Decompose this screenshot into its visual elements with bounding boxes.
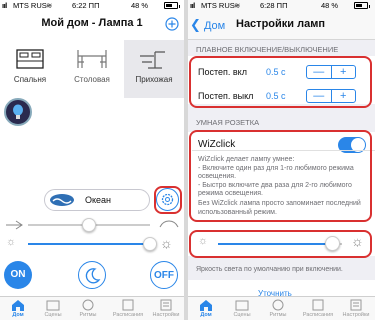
scene-selector[interactable]: Океан bbox=[44, 189, 150, 211]
tab-label: Сцены bbox=[44, 312, 62, 318]
tab-label: Сцены bbox=[233, 312, 251, 318]
section-fade-header: ПЛАВНОЕ ВКЛЮЧЕНИЕ/ВЫКЛЮЧЕНИЕ bbox=[196, 45, 339, 54]
lamp-settings-screen: ııl MTS RUS ≋ 6:28 ПП 48 % ❮ Дом Настрой… bbox=[188, 0, 375, 320]
highlight-wizclick bbox=[189, 130, 372, 222]
highlight-default-brightness bbox=[189, 230, 372, 258]
highlight-fade-settings bbox=[189, 56, 372, 108]
battery-text: 48 % bbox=[131, 1, 149, 10]
tab-label: Дом bbox=[200, 312, 212, 318]
page-title: Настройки ламп bbox=[236, 18, 325, 30]
tab-home[interactable]: Дом bbox=[188, 299, 224, 318]
settings-icon bbox=[350, 299, 362, 311]
scenes-icon bbox=[46, 300, 60, 311]
brightness-slider-thumb[interactable] bbox=[142, 237, 157, 251]
tab-label: Ритмы bbox=[269, 312, 287, 318]
room-label: Спальня bbox=[13, 75, 47, 84]
room-dining[interactable]: Столовая bbox=[66, 46, 118, 84]
temperature-slider-thumb[interactable] bbox=[82, 218, 96, 232]
dim-icon: ☼ bbox=[6, 236, 17, 248]
brightness-track bbox=[28, 243, 152, 245]
carrier: MTS RUS bbox=[201, 1, 235, 10]
floor-lamp-icon bbox=[140, 51, 165, 69]
settings-icon bbox=[160, 299, 172, 311]
status-time: 6:28 ПП bbox=[260, 1, 288, 10]
tab-label: Дом bbox=[12, 312, 24, 318]
tab-rhythms[interactable]: Ритмы bbox=[70, 299, 106, 318]
scenes-icon bbox=[235, 300, 249, 311]
page-title: Мой дом - Лампа 1 bbox=[41, 17, 143, 29]
tab-settings[interactable]: Настройки bbox=[148, 299, 184, 318]
wifi-icon: ≋ bbox=[234, 1, 241, 10]
carrier: MTS RUS bbox=[13, 1, 47, 10]
schedules-icon bbox=[122, 299, 134, 311]
scene-label: Океан bbox=[85, 195, 112, 205]
rhythms-icon bbox=[272, 299, 284, 311]
tab-label: Ритмы bbox=[79, 312, 97, 318]
room-label: Столовая bbox=[74, 75, 110, 84]
back-button[interactable]: ❮ Дом bbox=[190, 17, 225, 33]
chevron-left-icon: ❮ bbox=[190, 17, 201, 32]
night-mode-button[interactable] bbox=[78, 261, 106, 289]
tab-rhythms[interactable]: Ритмы bbox=[260, 299, 296, 318]
tab-schedules[interactable]: Расписания bbox=[300, 299, 336, 318]
bed-icon bbox=[16, 49, 44, 69]
battery-text: 48 % bbox=[321, 1, 339, 10]
tab-label: Расписания bbox=[112, 312, 144, 318]
back-label: Дом bbox=[203, 20, 226, 32]
tab-bar: Дом Сцены Ритмы Расписания Настройки bbox=[0, 296, 184, 320]
highlight-scene-settings bbox=[154, 186, 182, 214]
bright-icon: ☼ bbox=[160, 235, 173, 251]
ocean-scene-icon bbox=[50, 194, 74, 206]
status-bar: ııl MTS RUS ≋ 6:22 ПП 48 % bbox=[0, 0, 184, 12]
tab-home[interactable]: Дом bbox=[0, 299, 36, 318]
tab-settings[interactable]: Настройки bbox=[338, 299, 374, 318]
battery-icon bbox=[354, 2, 370, 9]
on-button[interactable]: ON bbox=[4, 261, 32, 289]
add-icon[interactable] bbox=[165, 17, 179, 31]
tab-scenes[interactable]: Сцены bbox=[224, 299, 260, 318]
tab-scenes[interactable]: Сцены bbox=[35, 299, 71, 318]
signal-icon: ııl bbox=[190, 1, 195, 10]
wifi-icon: ≋ bbox=[46, 1, 53, 10]
battery-icon bbox=[164, 2, 180, 9]
room-hallway[interactable]: Прихожая bbox=[128, 46, 180, 84]
status-time: 6:22 ПП bbox=[72, 1, 100, 10]
signal-icon: ııl bbox=[2, 1, 7, 10]
home-icon bbox=[12, 300, 24, 311]
room-label: Прихожая bbox=[135, 75, 173, 84]
dining-table-icon bbox=[77, 50, 107, 68]
home-icon bbox=[200, 300, 212, 311]
section-socket-header: УМНАЯ РОЗЕТКА bbox=[196, 118, 260, 127]
tab-label: Расписания bbox=[302, 312, 334, 318]
off-button[interactable]: OFF bbox=[150, 261, 178, 289]
tab-bar: Дом Сцены Ритмы Расписания Настройки bbox=[188, 296, 375, 320]
tab-label: Настройки bbox=[152, 312, 180, 318]
status-bar: ııl MTS RUS ≋ 6:28 ПП 48 % bbox=[188, 0, 375, 12]
tab-label: Настройки bbox=[342, 312, 370, 318]
moon-icon bbox=[85, 268, 101, 284]
room-bedroom[interactable]: Спальня bbox=[4, 46, 56, 84]
cool-icon bbox=[6, 220, 23, 230]
rhythms-icon bbox=[82, 299, 94, 311]
tab-schedules[interactable]: Расписания bbox=[110, 299, 146, 318]
schedules-icon bbox=[312, 299, 324, 311]
lamp-status-icon[interactable] bbox=[4, 98, 32, 126]
default-brightness-caption: Яркость света по умолчанию при включении… bbox=[196, 266, 343, 273]
home-lamp-screen: ııl MTS RUS ≋ 6:22 ПП 48 % Мой дом - Лам… bbox=[0, 0, 184, 320]
warm-icon bbox=[159, 220, 179, 228]
